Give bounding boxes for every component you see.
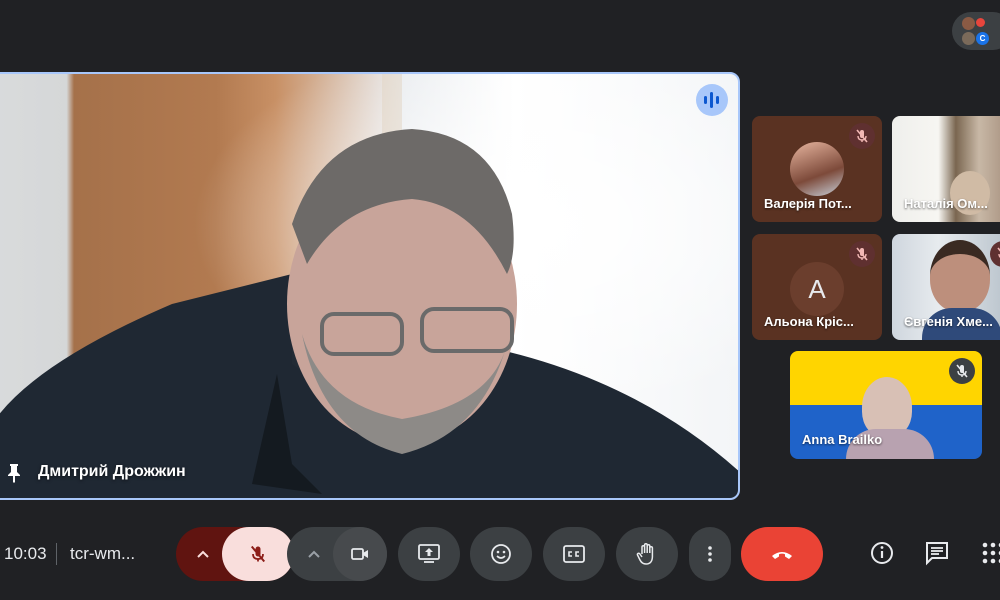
avatar <box>790 142 844 196</box>
participant-video <box>930 240 990 312</box>
camera-control-group <box>287 527 387 581</box>
participant-tile[interactable]: А Альона Кріс... <box>752 234 882 340</box>
mic-off-badge <box>990 241 1000 267</box>
raise-hand-button[interactable] <box>616 527 678 581</box>
mic-off-icon <box>856 129 868 143</box>
apps-icon[interactable] <box>980 540 1000 566</box>
avatar <box>962 32 975 45</box>
mic-off-icon <box>856 247 868 261</box>
main-video-tile[interactable]: Дмитрий Дрожжин <box>0 72 740 500</box>
mic-off-badge <box>849 123 875 149</box>
avatar: А <box>790 262 844 316</box>
chat-icon[interactable] <box>924 540 950 566</box>
mic-off-badge <box>949 358 975 384</box>
participant-tile[interactable]: Євгенія Хме... <box>892 234 1000 340</box>
avatar <box>962 17 975 30</box>
participant-name: Євгенія Хме... <box>904 314 993 329</box>
camera-toggle-button[interactable] <box>333 527 387 581</box>
participant-name: Валерія Пот... <box>764 196 852 211</box>
leave-call-button[interactable] <box>741 527 823 581</box>
camera-options-button[interactable] <box>287 527 337 581</box>
participant-tile[interactable]: Валерія Пот... <box>752 116 882 222</box>
present-button[interactable] <box>398 527 460 581</box>
speaking-indicator-icon <box>696 84 728 116</box>
captions-button[interactable] <box>543 527 605 581</box>
mic-off-icon <box>250 545 266 563</box>
meeting-clock: 10:03 <box>4 544 47 563</box>
info-icon[interactable] <box>869 540 895 566</box>
mic-off-icon <box>956 364 968 378</box>
present-screen-icon <box>418 544 440 563</box>
participant-video <box>0 74 738 498</box>
main-participant-name: Дмитрий Дрожжин <box>38 463 186 480</box>
emoji-button[interactable] <box>470 527 532 581</box>
hand-icon <box>636 543 654 565</box>
participant-name: Anna Brailko <box>802 432 883 447</box>
videocam-icon <box>351 548 368 560</box>
mic-toggle-button[interactable] <box>222 527 294 581</box>
meeting-code: tcr-wm... <box>70 544 136 563</box>
captions-icon <box>563 545 585 563</box>
participant-name: Наталія Ом... <box>904 196 988 211</box>
mic-off-badge <box>849 241 875 267</box>
more-vert-icon <box>708 546 712 562</box>
participant-tile[interactable]: Anna Brailko <box>790 351 982 459</box>
pin-icon[interactable] <box>6 463 22 483</box>
emoji-icon <box>491 544 511 564</box>
participant-tile[interactable]: Наталія Ом... <box>892 116 1000 222</box>
chevron-up-icon <box>308 550 320 558</box>
mic-control-group <box>176 527 294 581</box>
more-options-button[interactable] <box>689 527 731 581</box>
participant-name: Альона Кріс... <box>764 314 854 329</box>
avatar <box>976 18 985 27</box>
participant-video <box>862 377 912 437</box>
call-end-icon <box>772 552 792 559</box>
mic-off-icon <box>997 247 1000 258</box>
participants-chip[interactable]: С <box>952 12 1000 50</box>
chevron-up-icon <box>197 550 209 558</box>
avatar: С <box>976 32 989 45</box>
divider <box>56 543 57 565</box>
